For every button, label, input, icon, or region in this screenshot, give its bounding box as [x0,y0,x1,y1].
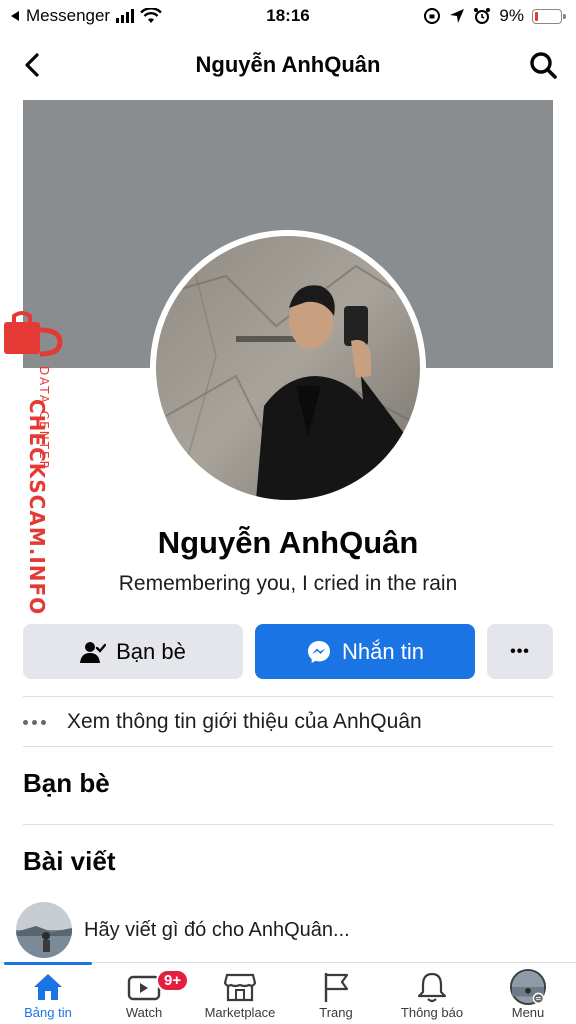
divider [23,696,553,697]
messenger-icon [308,640,331,663]
user-avatar [16,902,72,958]
profile-header: Nguyễn AnhQuân [0,32,576,98]
posts-section-title: Bài viết [23,846,116,876]
nav-label: Trang [319,1005,353,1020]
profile-actions: Bạn bè Nhắn tin ••• [23,624,553,679]
composer-prompt: Hãy viết gì đó cho AnhQuân... [84,918,350,941]
watermark-sub: DATA CENTER [37,366,51,471]
battery-percent: 9% [499,6,524,25]
nav-label: Marketplace [204,1005,276,1020]
status-right: 9% [423,6,566,26]
page-title: Nguyễn AnhQuân [195,52,381,77]
friends-section-title[interactable]: Bạn bè [23,768,110,799]
nav-item-menu[interactable]: Menu [480,963,576,1024]
avatar-menu-icon [510,969,546,1005]
nav-label: Watch [125,1005,163,1020]
nav-item-notifications[interactable]: Thông báo [384,963,480,1024]
nav-item-feed[interactable]: Bảng tin [0,962,96,1024]
more-options-label: ••• [510,642,530,660]
home-icon [30,969,66,1005]
nav-label: Thông báo [400,1005,464,1020]
nav-label: Bảng tin [24,1005,72,1020]
status-bar: Messenger 18:16 9% [0,0,576,32]
cellular-signal-icon [116,9,135,23]
friends-button-label: Bạn bè [116,638,186,664]
bell-icon [414,969,450,1005]
search-icon[interactable] [528,50,558,80]
watch-badge: 9+ [156,969,190,992]
message-button[interactable]: Nhắn tin [255,624,475,679]
about-info-label: Xem thông tin giới thiệu của AnhQuân [67,710,422,733]
wifi-icon [140,8,162,23]
marketplace-icon [222,969,258,1005]
divider [23,824,553,825]
profile-bio: Remembering you, I cried in the rain [118,572,458,595]
nav-label: Menu [511,1005,545,1020]
back-app-label: Messenger [26,6,111,25]
location-arrow-icon [450,9,465,23]
nav-item-marketplace[interactable]: Marketplace [192,963,288,1024]
profile-avatar[interactable] [150,230,426,506]
orientation-lock-icon [424,8,441,24]
friend-check-icon [80,641,107,663]
chevron-left-icon[interactable] [18,50,48,80]
flag-icon [318,969,354,1005]
friends-button[interactable]: Bạn bè [23,624,243,679]
back-triangle-icon [11,11,19,21]
post-composer[interactable]: Hãy viết gì đó cho AnhQuân... [16,902,560,958]
battery-icon [532,8,566,24]
status-left[interactable]: Messenger [10,6,162,26]
profile-name: Nguyễn AnhQuân [157,525,419,560]
message-button-label: Nhắn tin [342,638,424,664]
more-dots-icon [23,719,67,725]
more-options-button[interactable]: ••• [487,624,553,679]
divider [23,746,553,747]
profile-photo [156,236,420,500]
bottom-nav: Bảng tin 9+ Watch Marketplace Trang Thôn… [0,962,576,1024]
alarm-icon [474,8,491,24]
about-info-row[interactable]: Xem thông tin giới thiệu của AnhQuân [23,700,553,744]
nav-item-watch[interactable]: 9+ Watch [96,963,192,1024]
nav-item-pages[interactable]: Trang [288,963,384,1024]
